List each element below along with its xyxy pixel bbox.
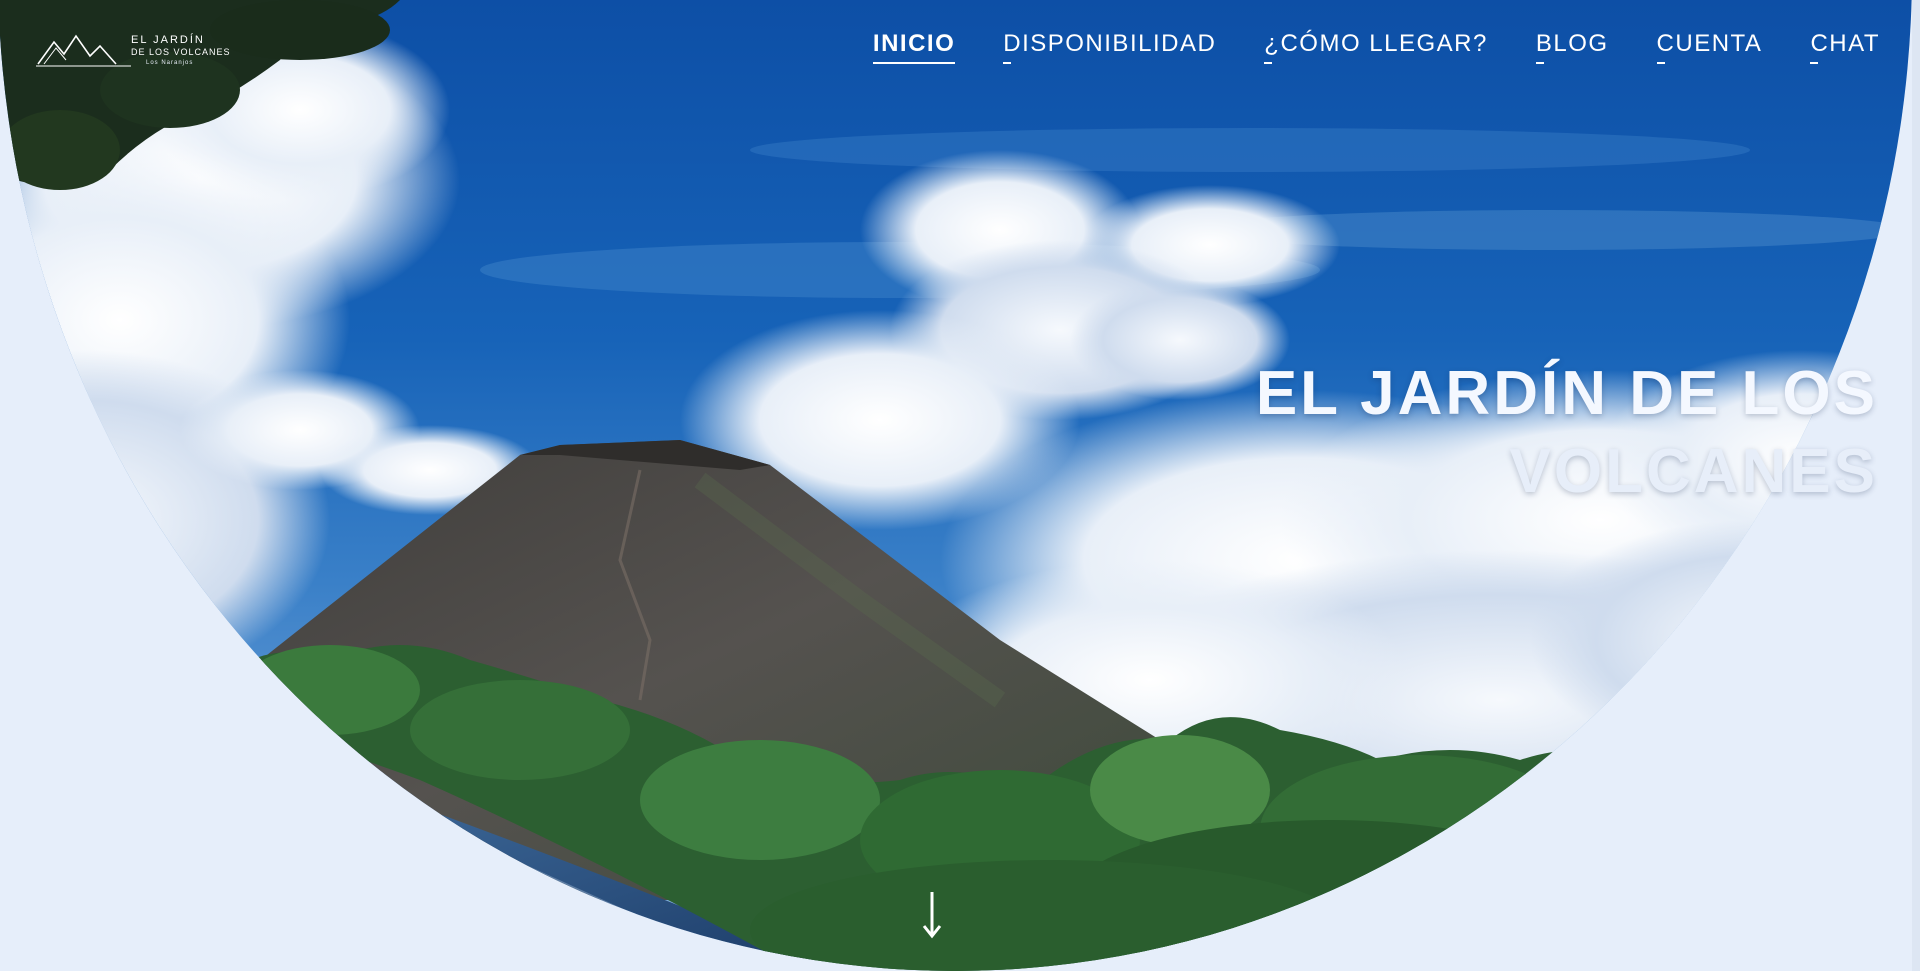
scroll-down-button[interactable] bbox=[920, 890, 944, 942]
nav-item-blog[interactable]: BLOG bbox=[1535, 30, 1609, 64]
logo-tagline: Los Naranjos bbox=[146, 60, 194, 66]
scrollbar[interactable] bbox=[1912, 0, 1920, 971]
nav-item-inicio[interactable]: INICIO bbox=[872, 30, 956, 64]
nav-item-disponibilidad[interactable]: DISPONIBILIDAD bbox=[1003, 30, 1216, 64]
hero-title-line2: VOLCANES bbox=[1509, 437, 1878, 506]
nav-item-cuenta[interactable]: CUENTA bbox=[1656, 30, 1763, 64]
hero-title-line1: EL JARDÍN DE LOS bbox=[1255, 359, 1878, 428]
arrow-down-icon bbox=[922, 892, 942, 939]
nav-item-chat[interactable]: CHAT bbox=[1810, 30, 1880, 64]
hero-title: EL JARDÍN DE LOS VOLCANES bbox=[1118, 355, 1878, 511]
site-logo[interactable]: EL JARDÍN DE LOS VOLCANES Los Naranjos bbox=[36, 30, 230, 74]
main-nav: INICIO DISPONIBILIDAD ¿CÓMO LLEGAR? BLOG… bbox=[825, 30, 1880, 64]
nav-item-como-llegar[interactable]: ¿CÓMO LLEGAR? bbox=[1264, 30, 1488, 64]
page: EL JARDÍN DE LOS VOLCANES Los Naranjos I… bbox=[0, 0, 1920, 971]
logo-subtitle: DE LOS VOLCANES bbox=[131, 47, 231, 57]
mountains-logo-icon bbox=[36, 34, 131, 67]
logo-title: EL JARDÍN bbox=[131, 34, 205, 46]
